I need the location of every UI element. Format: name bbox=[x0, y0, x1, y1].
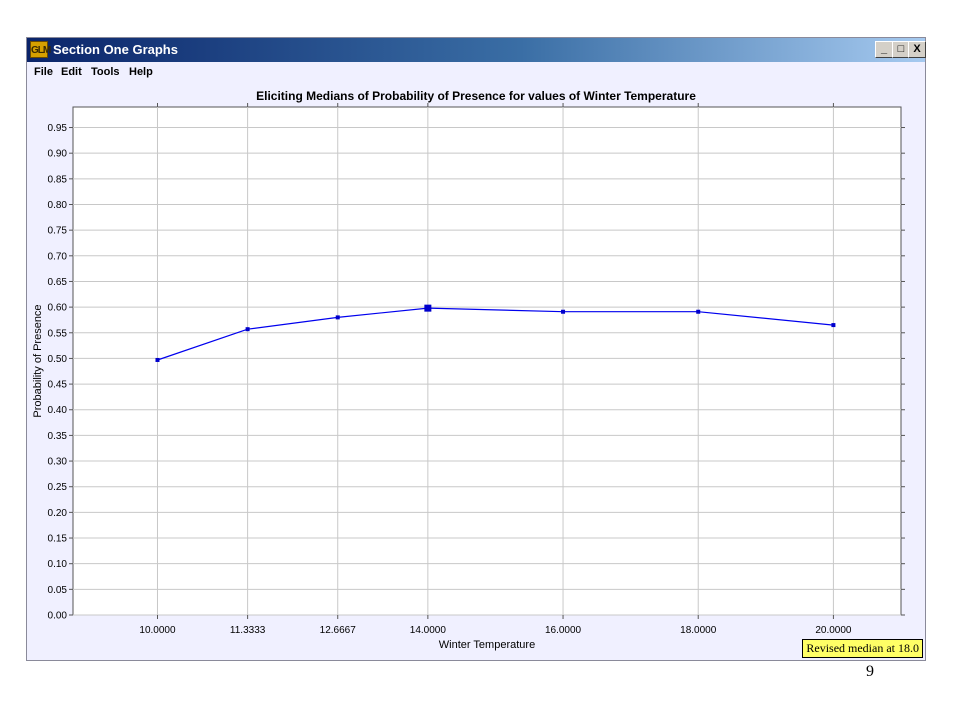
graph-window: GLM Section One Graphs _ □ X File Edit T… bbox=[26, 37, 926, 661]
revised-median-status: Revised median at 18.0 bbox=[802, 639, 923, 658]
x-tick-label: 10.0000 bbox=[139, 625, 176, 636]
y-tick-label: 0.70 bbox=[48, 251, 68, 262]
y-axis-label: Probability of Presence bbox=[32, 304, 44, 417]
y-tick-label: 0.80 bbox=[48, 200, 68, 211]
y-tick-label: 0.45 bbox=[48, 380, 68, 391]
data-point bbox=[335, 315, 340, 320]
line-chart: 0.00 0.05 0.10 0.15 0.20 0.25 0.30 0.35 0.40 0.45… bbox=[32, 103, 905, 651]
data-point bbox=[561, 309, 566, 314]
y-tick-label: 0.30 bbox=[48, 457, 68, 468]
y-tick-label: 0.85 bbox=[48, 174, 68, 185]
page-number: 9 bbox=[866, 663, 874, 680]
y-tick-label: 0.50 bbox=[48, 354, 68, 365]
x-tick-label: 12.6667 bbox=[320, 625, 357, 636]
y-tick-label: 0.10 bbox=[48, 559, 68, 570]
y-tick-label: 0.05 bbox=[48, 585, 68, 596]
x-tick-label: 11.3333 bbox=[230, 625, 266, 636]
y-tick-label: 0.65 bbox=[48, 277, 68, 288]
x-tick-label: 14.0000 bbox=[410, 625, 447, 636]
x-axis-label: Winter Temperature bbox=[439, 639, 535, 651]
data-point bbox=[831, 323, 836, 328]
x-tick-label: 20.0000 bbox=[815, 625, 852, 636]
y-tick-label: 0.55 bbox=[48, 328, 68, 339]
y-tick-label: 0.15 bbox=[48, 534, 68, 545]
data-point bbox=[245, 327, 250, 332]
selected-data-point bbox=[424, 304, 432, 312]
y-tick-label: 0.90 bbox=[48, 149, 68, 160]
y-tick-label: 0.20 bbox=[48, 508, 68, 519]
y-tick-label: 0.25 bbox=[48, 482, 68, 493]
plot-area bbox=[72, 106, 902, 616]
data-point bbox=[696, 309, 701, 314]
y-tick-label: 0.60 bbox=[48, 303, 68, 314]
y-tick-label: 0.35 bbox=[48, 431, 68, 442]
x-tick-label: 18.0000 bbox=[680, 625, 717, 636]
y-tick-label: 0.00 bbox=[48, 611, 68, 622]
data-point bbox=[155, 357, 160, 362]
y-tick-label: 0.75 bbox=[48, 226, 68, 237]
y-tick-label: 0.40 bbox=[48, 405, 68, 416]
x-tick-label: 16.0000 bbox=[545, 625, 582, 636]
y-tick-label: 0.95 bbox=[48, 123, 68, 134]
